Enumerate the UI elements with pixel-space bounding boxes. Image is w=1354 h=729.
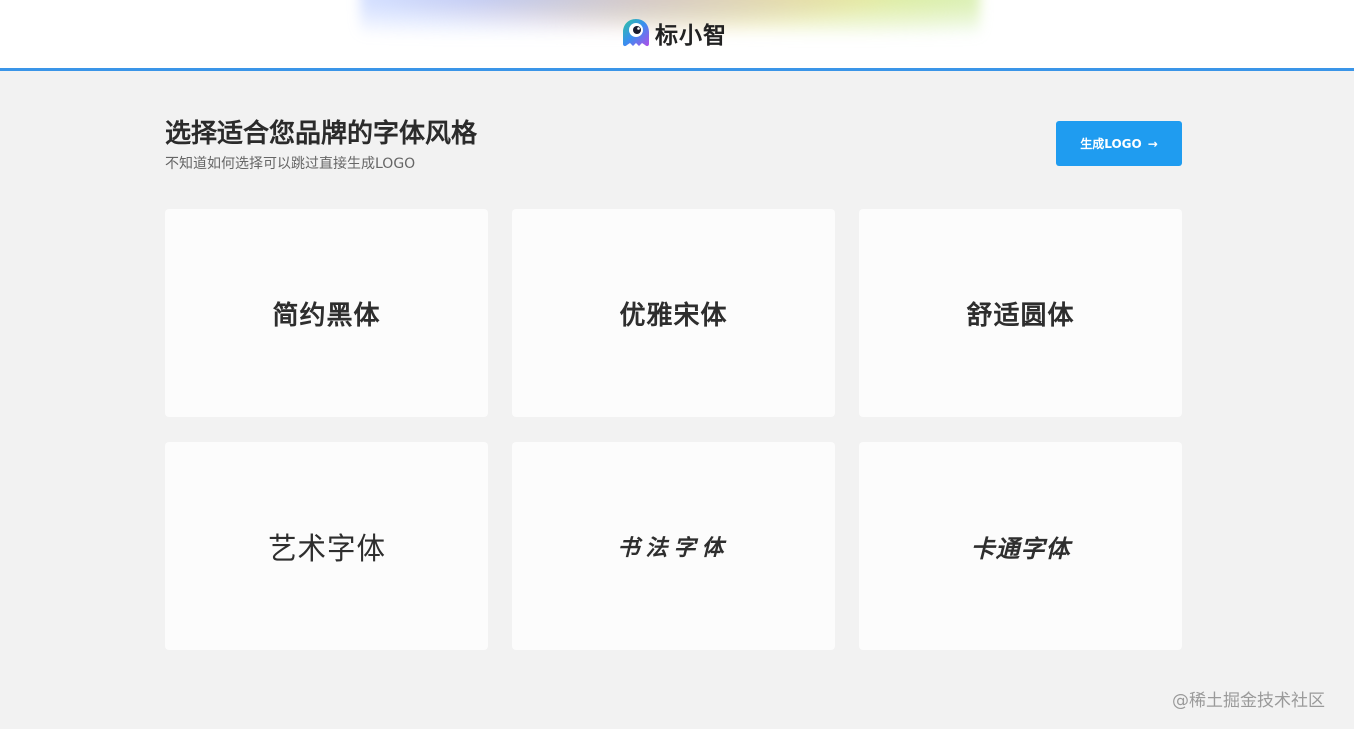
brand[interactable]: 标小智: [621, 16, 727, 50]
top-header: 标小智: [0, 0, 1354, 71]
generate-logo-button-label: 生成LOGO: [1080, 137, 1142, 151]
font-card-label: 书法字体: [617, 535, 730, 561]
font-card-label: 艺术字体: [267, 532, 386, 567]
font-card-hei[interactable]: 简约黑体: [165, 209, 488, 417]
font-card-label: 优雅宋体: [619, 300, 728, 331]
brand-name: 标小智: [655, 23, 727, 49]
font-card-yuan[interactable]: 舒适圆体: [859, 209, 1182, 417]
font-card-song[interactable]: 优雅宋体: [512, 209, 835, 417]
arrow-right-icon: →: [1147, 136, 1158, 151]
generate-logo-button[interactable]: 生成LOGO →: [1056, 121, 1182, 166]
font-card-label: 舒适圆体: [966, 299, 1075, 330]
page-title: 选择适合您品牌的字体风格: [165, 119, 478, 149]
brand-logo-icon: [623, 19, 649, 47]
page-subtitle: 不知道如何选择可以跳过直接生成LOGO: [165, 156, 416, 172]
font-card-label: 卡通字体: [970, 534, 1071, 563]
font-card-art[interactable]: 艺术字体: [165, 442, 488, 650]
watermark: @稀土掘金技术社区: [1172, 691, 1325, 711]
font-card-label: 简约黑体: [272, 300, 381, 331]
font-card-cartoon[interactable]: 卡通字体: [859, 442, 1182, 650]
font-card-calligraphy[interactable]: 书法字体: [512, 442, 835, 650]
